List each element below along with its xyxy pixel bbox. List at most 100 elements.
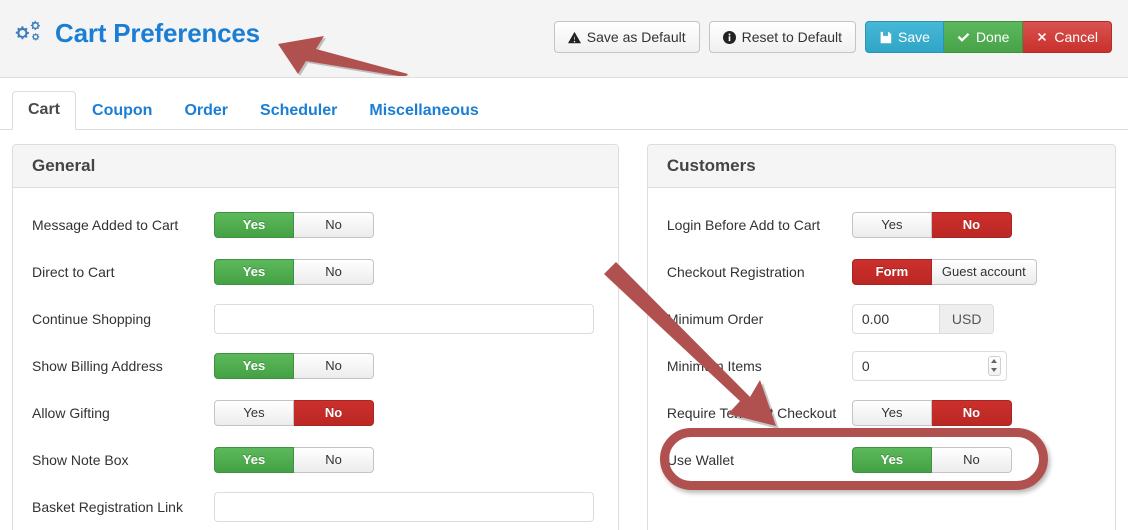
page-title: Cart Preferences: [55, 18, 260, 48]
settings-panels: General Message Added to Cart Yes No Dir…: [0, 130, 1128, 530]
minimum-items-spinner: [851, 350, 1007, 381]
tab-miscellaneous[interactable]: Miscellaneous: [353, 92, 494, 130]
toggle-option-form[interactable]: Form: [851, 258, 932, 285]
toggle-direct-to-cart[interactable]: Yes No: [214, 258, 374, 285]
minimum-order-currency-addon: USD: [939, 303, 995, 334]
general-panel: General Message Added to Cart Yes No Dir…: [12, 144, 619, 530]
tab-scheduler[interactable]: Scheduler: [244, 92, 353, 130]
label-minimum-items: Minimum Items: [666, 357, 762, 374]
label-show-note-box: Show Note Box: [32, 451, 129, 468]
row-minimum-items: Minimum Items: [667, 342, 1096, 389]
general-panel-title: General: [13, 145, 618, 188]
toggle-option-yes[interactable]: Yes: [214, 352, 294, 379]
tab-scheduler-label: Scheduler: [260, 102, 338, 119]
label-use-wallet: Use Wallet: [666, 451, 735, 468]
row-checkout-registration: Checkout Registration Form Guest account: [667, 248, 1096, 295]
toggle-option-no[interactable]: No: [294, 211, 374, 238]
general-panel-body: Message Added to Cart Yes No Direct to C…: [13, 188, 618, 530]
toggle-option-guest-account[interactable]: Guest account: [931, 258, 1037, 285]
tab-miscellaneous-label: Miscellaneous: [369, 102, 479, 119]
basket-registration-link-input[interactable]: [214, 491, 594, 522]
cancel-button[interactable]: Cancel: [1023, 21, 1112, 53]
toggle-show-billing-address[interactable]: Yes No: [214, 352, 374, 379]
toggle-option-no[interactable]: No: [931, 211, 1012, 238]
tab-bar: Cart Coupon Order Scheduler Miscellaneou…: [0, 78, 1128, 130]
toggle-option-no[interactable]: No: [931, 446, 1012, 473]
toggle-option-yes[interactable]: Yes: [851, 211, 932, 238]
done-button[interactable]: Done: [943, 21, 1024, 53]
done-label: Done: [975, 29, 1010, 45]
tab-coupon[interactable]: Coupon: [76, 92, 168, 130]
check-icon: [957, 31, 970, 44]
continue-shopping-input[interactable]: [214, 303, 594, 334]
tab-cart-label: Cart: [28, 101, 61, 118]
row-basket-registration-link: Basket Registration Link: [32, 483, 599, 530]
page-title-wrap: Cart Preferences: [14, 18, 260, 49]
cogs-icon: [14, 20, 44, 48]
tab-order[interactable]: Order: [168, 92, 244, 130]
save-as-default-button[interactable]: Save as Default: [553, 21, 700, 53]
tab-order-label: Order: [184, 102, 229, 119]
header-toolbar: Save as Default Reset to Default Save Do…: [553, 21, 1112, 53]
label-show-billing-address: Show Billing Address: [32, 357, 163, 374]
toggle-option-no[interactable]: No: [294, 399, 374, 426]
toggle-option-yes[interactable]: Yes: [214, 446, 294, 473]
row-show-billing-address: Show Billing Address Yes No: [32, 342, 599, 389]
page-header: Cart Preferences Save as Default Reset t…: [0, 0, 1128, 78]
primary-action-button-group: Save Done Cancel: [865, 21, 1112, 53]
spinner-arrows-icon[interactable]: [987, 355, 1001, 376]
save-label: Save: [898, 29, 930, 45]
customers-panel-title: Customers: [647, 145, 1115, 188]
customers-panel: Customers Login Before Add to Cart Yes N…: [646, 144, 1116, 530]
reset-to-default-label: Reset to Default: [741, 29, 843, 45]
toggle-option-no[interactable]: No: [294, 258, 374, 285]
cancel-label: Cancel: [1054, 29, 1098, 45]
label-minimum-order: Minimum Order: [666, 310, 764, 327]
warning-triangle-icon: [567, 31, 581, 44]
toggle-option-yes[interactable]: Yes: [851, 399, 932, 426]
label-checkout-registration: Checkout Registration: [666, 263, 805, 280]
row-continue-shopping: Continue Shopping: [32, 295, 599, 342]
toggle-option-yes[interactable]: Yes: [851, 446, 932, 473]
cart-preferences-page: Cart Preferences Save as Default Reset t…: [0, 0, 1128, 530]
minimum-order-input[interactable]: [851, 303, 940, 334]
label-continue-shopping: Continue Shopping: [32, 310, 152, 327]
row-login-before-add-to-cart: Login Before Add to Cart Yes No: [667, 201, 1096, 248]
toggle-checkout-registration[interactable]: Form Guest account: [851, 258, 1037, 285]
row-direct-to-cart: Direct to Cart Yes No: [32, 248, 599, 295]
toggle-option-no[interactable]: No: [294, 352, 374, 379]
toggle-option-no[interactable]: No: [931, 399, 1012, 426]
row-minimum-order: Minimum Order USD: [667, 295, 1096, 342]
toggle-message-added-to-cart[interactable]: Yes No: [214, 211, 374, 238]
customers-panel-body: Login Before Add to Cart Yes No Checkout…: [648, 188, 1115, 501]
reset-to-default-button[interactable]: Reset to Default: [708, 21, 857, 53]
toggle-require-terms-at-checkout[interactable]: Yes No: [851, 399, 1012, 426]
row-require-terms-at-checkout: Require Terms at Checkout Yes No: [667, 389, 1096, 436]
label-require-terms-at-checkout: Require Terms at Checkout: [666, 404, 837, 421]
save-as-default-label: Save as Default: [586, 29, 686, 45]
chevron-down-icon[interactable]: [991, 368, 998, 372]
row-allow-gifting: Allow Gifting Yes No: [32, 389, 599, 436]
chevron-up-icon[interactable]: [991, 359, 998, 363]
toggle-option-yes[interactable]: Yes: [214, 211, 294, 238]
toggle-use-wallet[interactable]: Yes No: [851, 446, 1012, 473]
label-basket-registration-link: Basket Registration Link: [32, 498, 183, 515]
tab-cart[interactable]: Cart: [12, 91, 77, 130]
times-icon: [1036, 31, 1048, 43]
toggle-allow-gifting[interactable]: Yes No: [214, 399, 374, 426]
info-circle-icon: [722, 30, 736, 44]
row-show-note-box: Show Note Box Yes No: [32, 436, 599, 483]
minimum-order-input-group: USD: [851, 303, 995, 334]
save-button[interactable]: Save: [865, 21, 944, 53]
label-allow-gifting: Allow Gifting: [32, 404, 110, 421]
label-direct-to-cart: Direct to Cart: [32, 263, 115, 280]
floppy-disk-icon: [879, 31, 892, 44]
toggle-option-no[interactable]: No: [294, 446, 374, 473]
row-message-added-to-cart: Message Added to Cart Yes No: [32, 201, 599, 248]
minimum-items-input[interactable]: [851, 350, 1007, 381]
toggle-option-yes[interactable]: Yes: [214, 258, 294, 285]
toggle-show-note-box[interactable]: Yes No: [214, 446, 374, 473]
toggle-option-yes[interactable]: Yes: [214, 399, 294, 426]
label-login-before-add-to-cart: Login Before Add to Cart: [666, 216, 821, 233]
toggle-login-before-add-to-cart[interactable]: Yes No: [851, 211, 1012, 238]
